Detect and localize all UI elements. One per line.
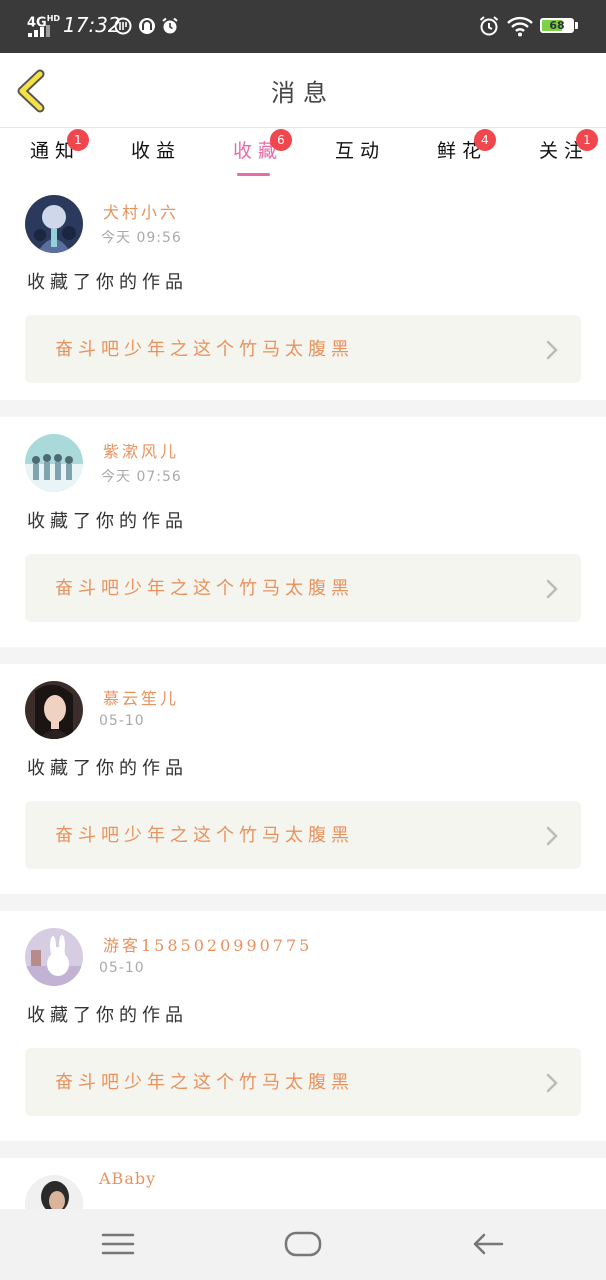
tab-notifications[interactable]: 通知 1 — [25, 129, 89, 172]
app-icon — [139, 18, 155, 34]
work-title: 奋斗吧少年之这个竹马太腹黑 — [55, 1072, 354, 1093]
tab-earnings[interactable]: 收益 — [126, 136, 186, 172]
header: 消息 — [0, 53, 606, 128]
action-text: 收藏了你的作品 — [27, 758, 188, 779]
back-arrow-icon[interactable] — [466, 1227, 510, 1261]
work-link[interactable]: 奋斗吧少年之这个竹马太腹黑 — [25, 801, 581, 869]
alarm-icon — [479, 16, 499, 36]
tab-favorites[interactable]: 收藏 6 — [228, 129, 292, 172]
divider — [0, 400, 606, 417]
username[interactable]: ABaby — [99, 1169, 156, 1188]
list-item: 紫漱风儿 今天 07:56 收藏了你的作品 奋斗吧少年之这个竹马太腹黑 — [0, 417, 606, 647]
divider — [0, 1141, 606, 1158]
tab-interactions[interactable]: 互动 — [330, 136, 390, 172]
list-item: 游客1585020990775 05-10 收藏了你的作品 奋斗吧少年之这个竹马… — [0, 911, 606, 1141]
chevron-right-icon — [546, 826, 558, 846]
badge-count: 1 — [67, 129, 89, 151]
alarm-icon — [162, 17, 178, 34]
avatar[interactable] — [25, 434, 83, 492]
menu-icon[interactable] — [96, 1227, 140, 1261]
timestamp: 05-10 — [99, 960, 145, 976]
page-title: 消息 — [271, 79, 335, 107]
timestamp: 今天 09:56 — [101, 230, 182, 246]
chevron-right-icon — [546, 340, 558, 360]
username[interactable]: 慕云笙儿 — [103, 685, 179, 709]
username[interactable]: 犬村小六 — [103, 199, 179, 223]
timestamp: 05-10 — [99, 713, 145, 729]
timestamp: 今天 07:56 — [101, 469, 182, 485]
work-link[interactable]: 奋斗吧少年之这个竹马太腹黑 — [25, 315, 581, 383]
tab-follows[interactable]: 关注 1 — [534, 129, 598, 172]
home-icon[interactable] — [281, 1227, 325, 1261]
signal-icon — [28, 25, 50, 37]
divider — [0, 647, 606, 664]
active-tab-indicator — [237, 173, 270, 176]
data-saver-icon — [114, 17, 132, 35]
work-title: 奋斗吧少年之这个竹马太腹黑 — [55, 578, 354, 599]
battery-icon: 68 — [540, 18, 574, 33]
work-title: 奋斗吧少年之这个竹马太腹黑 — [55, 339, 354, 360]
tab-flowers[interactable]: 鲜花 4 — [432, 129, 496, 172]
username[interactable]: 紫漱风儿 — [103, 438, 179, 462]
clock: 17:32 — [63, 13, 121, 37]
chevron-right-icon — [546, 1073, 558, 1093]
wifi-icon — [507, 16, 533, 37]
list-item: ABaby — [0, 1158, 606, 1209]
divider — [0, 894, 606, 911]
work-title: 奋斗吧少年之这个竹马太腹黑 — [55, 825, 354, 846]
tab-label: 收益 — [130, 140, 181, 162]
avatar[interactable] — [25, 1175, 83, 1209]
action-text: 收藏了你的作品 — [27, 272, 188, 293]
avatar[interactable] — [25, 195, 83, 253]
action-text: 收藏了你的作品 — [27, 511, 188, 532]
tab-label: 互动 — [334, 140, 385, 162]
tab-bar: 通知 1 收益 收藏 6 互动 鲜花 4 关注 1 — [0, 128, 606, 178]
system-nav-bar — [0, 1209, 606, 1280]
avatar[interactable] — [25, 681, 83, 739]
badge-count: 6 — [270, 129, 292, 151]
list-item: 慕云笙儿 05-10 收藏了你的作品 奋斗吧少年之这个竹马太腹黑 — [0, 664, 606, 894]
badge-count: 4 — [474, 129, 496, 151]
username[interactable]: 游客1585020990775 — [103, 932, 312, 956]
work-link[interactable]: 奋斗吧少年之这个竹马太腹黑 — [25, 1048, 581, 1116]
badge-count: 1 — [576, 129, 598, 151]
chevron-right-icon — [546, 579, 558, 599]
list-item: 犬村小六 今天 09:56 收藏了你的作品 奋斗吧少年之这个竹马太腹黑 — [0, 178, 606, 400]
status-bar: 4GHD 17:32 68 — [0, 0, 606, 53]
action-text: 收藏了你的作品 — [27, 1005, 188, 1026]
avatar[interactable] — [25, 928, 83, 986]
work-link[interactable]: 奋斗吧少年之这个竹马太腹黑 — [25, 554, 581, 622]
